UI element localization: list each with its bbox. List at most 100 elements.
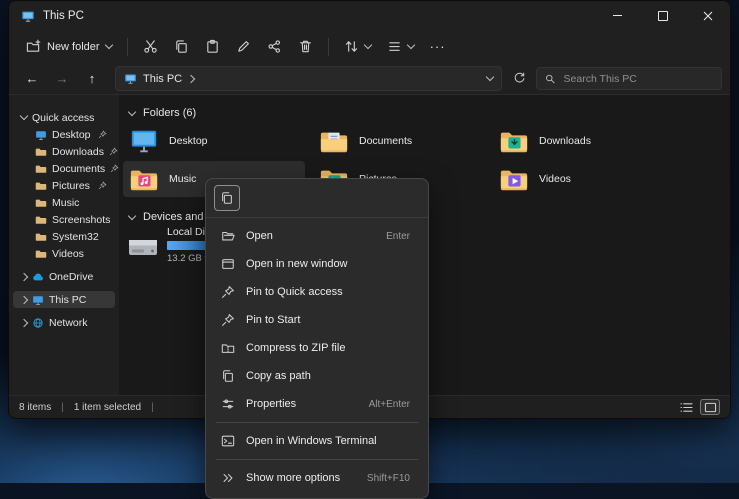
thumbnail-view-button[interactable] <box>700 399 720 415</box>
cut-button[interactable] <box>136 34 165 59</box>
menu-item-shortcut: Shift+F10 <box>367 473 414 484</box>
menu-item-label: Open in new window <box>246 258 348 270</box>
details-view-button[interactable] <box>676 399 696 415</box>
chevron-down-icon[interactable] <box>128 211 136 219</box>
refresh-button[interactable] <box>506 68 532 90</box>
folder-tile-videos[interactable]: Videos <box>493 161 675 197</box>
section-header-label: Folders (6) <box>143 107 196 119</box>
downloads-folder-icon <box>35 146 47 158</box>
system32-folder-icon <box>35 231 47 243</box>
rename-button[interactable] <box>229 34 258 59</box>
details-view-icon <box>680 402 693 413</box>
context-menu-item-copy-as-path[interactable]: Copy as path <box>210 362 424 390</box>
view-button[interactable] <box>380 34 421 59</box>
folder-tile-desktop[interactable]: Desktop <box>123 123 305 159</box>
screenshots-folder-icon <box>35 214 47 226</box>
forward-button[interactable]: → <box>49 68 75 90</box>
sidebar-item-label: Pictures <box>52 180 90 192</box>
context-menu-item-open-in-new-window[interactable]: Open in new window <box>210 250 424 278</box>
folders-section-header[interactable]: Folders (6) <box>129 107 196 119</box>
sidebar-item-videos[interactable]: Videos <box>13 245 115 262</box>
network-icon <box>32 317 44 329</box>
up-button[interactable]: ↑ <box>79 68 105 90</box>
new-window-icon <box>220 257 236 271</box>
more-icon: ··· <box>430 39 446 54</box>
context-menu-item-open-in-windows-terminal[interactable]: Open in Windows Terminal <box>210 427 424 455</box>
hard-drive-icon <box>127 225 159 269</box>
search-input[interactable] <box>562 72 713 86</box>
chevron-down-icon[interactable] <box>128 107 136 115</box>
sidebar-item-label: Videos <box>52 248 84 260</box>
paste-button[interactable] <box>198 34 227 59</box>
breadcrumb[interactable]: This PC <box>143 73 182 85</box>
videos-folder-icon <box>499 164 529 194</box>
sidebar-item-this-pc[interactable]: This PC <box>13 291 115 308</box>
chevron-down-icon[interactable] <box>20 112 28 120</box>
new-folder-button[interactable]: New folder <box>19 34 119 59</box>
menu-item-label: Open <box>246 230 273 242</box>
context-menu-item-show-more-options[interactable]: Show more options Shift+F10 <box>210 464 424 492</box>
sidebar-item-label: Music <box>52 197 79 209</box>
chevron-down-icon <box>406 41 414 49</box>
pin-icon <box>220 313 236 327</box>
properties-icon <box>220 397 236 411</box>
sidebar-item-documents[interactable]: Documents <box>13 160 115 177</box>
share-icon <box>267 39 282 54</box>
copy-path-icon <box>220 369 236 383</box>
rename-icon <box>236 39 251 54</box>
sort-icon <box>344 39 359 54</box>
context-menu-item-pin-to-start[interactable]: Pin to Start <box>210 306 424 334</box>
address-dropdown-icon[interactable] <box>486 73 494 81</box>
menu-item-label: Properties <box>246 398 296 410</box>
copy-button[interactable] <box>167 34 196 59</box>
sidebar-item-label: Downloads <box>52 146 104 158</box>
sidebar-item-label: Network <box>49 317 88 329</box>
context-menu-item-open[interactable]: Open Enter <box>210 222 424 250</box>
breadcrumb-chevron-icon[interactable] <box>187 74 195 82</box>
search-box[interactable] <box>536 67 722 90</box>
folder-tile-label: Downloads <box>539 135 591 147</box>
navigation-pane: Quick access Desktop Downloads Documents <box>9 95 119 395</box>
close-button[interactable] <box>685 1 730 30</box>
sidebar-item-onedrive[interactable]: OneDrive <box>13 268 115 285</box>
share-button[interactable] <box>260 34 289 59</box>
sidebar-item-music[interactable]: Music <box>13 194 115 211</box>
sidebar-item-system32[interactable]: System32 <box>13 228 115 245</box>
videos-folder-icon <box>35 248 47 260</box>
menu-item-label: Compress to ZIP file <box>246 342 345 354</box>
sidebar-item-desktop[interactable]: Desktop <box>13 126 115 143</box>
menu-separator <box>216 422 418 423</box>
address-bar[interactable]: This PC <box>115 66 502 91</box>
view-icon <box>387 39 402 54</box>
minimize-button[interactable] <box>595 1 640 30</box>
chevron-right-icon[interactable] <box>20 295 28 303</box>
back-button[interactable]: ← <box>19 68 45 90</box>
sort-button[interactable] <box>337 34 378 59</box>
view-toggles <box>676 399 720 415</box>
delete-button[interactable] <box>291 34 320 59</box>
copy-button[interactable] <box>214 185 240 211</box>
documents-folder-icon <box>319 126 349 156</box>
context-menu-icon-row <box>206 183 428 218</box>
refresh-icon <box>513 72 526 85</box>
chevron-right-icon[interactable] <box>20 272 28 280</box>
context-menu-item-pin-to-quick-access[interactable]: Pin to Quick access <box>210 278 424 306</box>
pin-icon <box>98 181 107 190</box>
chevron-down-icon <box>104 41 112 49</box>
sidebar-item-quick-access[interactable]: Quick access <box>13 109 115 126</box>
folder-tile-label: Documents <box>359 135 412 147</box>
sidebar-item-downloads[interactable]: Downloads <box>13 143 115 160</box>
context-menu-item-properties[interactable]: Properties Alt+Enter <box>210 390 424 418</box>
sidebar-item-network[interactable]: Network <box>13 314 115 331</box>
folder-tile-documents[interactable]: Documents <box>313 123 495 159</box>
chevron-right-icon[interactable] <box>20 318 28 326</box>
sidebar-item-screenshots[interactable]: Screenshots <box>13 211 115 228</box>
context-menu-item-compress-to-zip[interactable]: Compress to ZIP file <box>210 334 424 362</box>
context-menu: Open Enter Open in new window Pin to Qui… <box>205 178 429 499</box>
sidebar-item-pictures[interactable]: Pictures <box>13 177 115 194</box>
see-more-button[interactable]: ··· <box>423 34 453 59</box>
this-pc-icon <box>124 72 137 85</box>
maximize-button[interactable] <box>640 1 685 30</box>
menu-item-label: Pin to Start <box>246 314 300 326</box>
folder-tile-downloads[interactable]: Downloads <box>493 123 675 159</box>
